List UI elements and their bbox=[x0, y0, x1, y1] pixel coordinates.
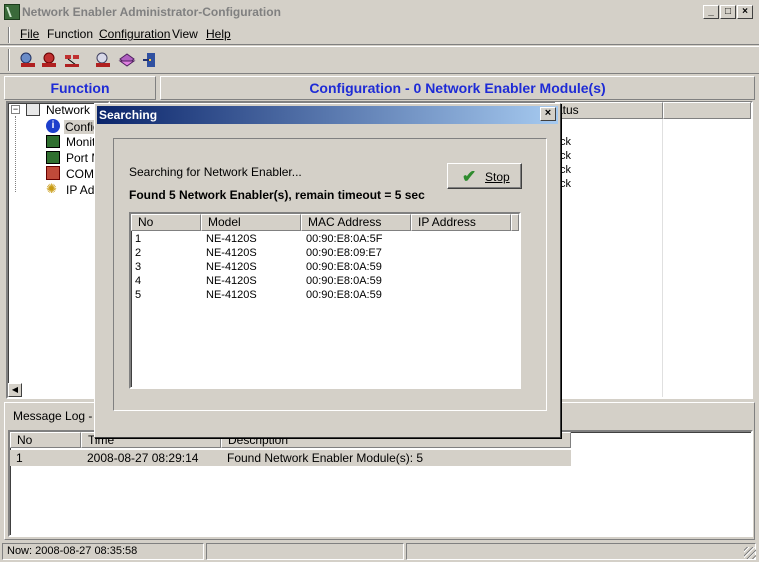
toolbar-grip bbox=[8, 49, 10, 71]
list-cell-mac: 00:90:E8:09:E7 bbox=[306, 247, 382, 259]
column-divider bbox=[662, 119, 663, 397]
book-icon[interactable] bbox=[118, 51, 136, 69]
list-cell-no: 1 bbox=[135, 233, 142, 245]
list-cell-mac: 00:90:E8:0A:59 bbox=[306, 275, 382, 287]
port-monitor-icon bbox=[46, 151, 60, 164]
status-cell: ck bbox=[560, 164, 571, 176]
stop-button[interactable]: ✔ Stop bbox=[447, 163, 522, 189]
list-header-filler bbox=[511, 214, 519, 231]
list-header-no[interactable]: No bbox=[131, 214, 201, 231]
resize-grip-icon[interactable] bbox=[744, 547, 756, 559]
tree-item-monitor[interactable]: Monit bbox=[66, 135, 95, 149]
menu-configuration[interactable]: Configuration bbox=[99, 27, 170, 41]
log-cell-description: Found Network Enabler Module(s): 5 bbox=[227, 451, 424, 465]
stop-button-label: Stop bbox=[485, 170, 510, 184]
tree-item-com[interactable]: COM bbox=[66, 167, 94, 181]
status-cell: ck bbox=[560, 178, 571, 190]
list-rows: 1 NE-4120S 00:90:E8:0A:5F 2 NE-4120S 00:… bbox=[131, 233, 519, 303]
status-cell: ck bbox=[560, 150, 571, 162]
search-icon[interactable] bbox=[19, 51, 37, 69]
dialog-title-bar[interactable] bbox=[97, 106, 558, 124]
tree-line bbox=[15, 116, 16, 192]
broadcast-icon[interactable] bbox=[40, 51, 58, 69]
configuration-panel-title: Configuration - 0 Network Enabler Module… bbox=[160, 76, 755, 100]
dialog-title: Searching bbox=[99, 108, 158, 122]
menu-view[interactable]: View bbox=[172, 27, 198, 41]
minimize-button[interactable]: _ bbox=[703, 5, 719, 19]
info-icon: i bbox=[46, 119, 60, 133]
list-cell-model: NE-4120S bbox=[206, 247, 257, 259]
list-header-mac-address[interactable]: MAC Address bbox=[301, 214, 411, 231]
list-cell-no: 2 bbox=[135, 247, 142, 259]
status-panel-2 bbox=[206, 543, 404, 560]
monitor-icon bbox=[46, 135, 60, 148]
menu-file-label: File bbox=[20, 27, 40, 41]
menu-help-label: Help bbox=[206, 27, 231, 41]
tree-item-ip-address[interactable]: IP Ad bbox=[66, 183, 94, 197]
com-icon bbox=[46, 166, 60, 180]
status-now: Now: 2008-08-27 08:35:58 bbox=[2, 543, 204, 560]
column-header-empty[interactable] bbox=[663, 102, 751, 119]
app-icon bbox=[4, 4, 20, 20]
status-cell: ck bbox=[560, 136, 571, 148]
exit-icon[interactable] bbox=[141, 51, 159, 69]
lightbulb-icon: ✺ bbox=[46, 181, 57, 196]
menu-configuration-label: Configuration bbox=[99, 27, 171, 41]
status-panel-3 bbox=[406, 543, 756, 560]
list-cell-model: NE-4120S bbox=[206, 275, 257, 287]
function-panel-title: Function bbox=[4, 76, 156, 100]
locate-icon[interactable] bbox=[94, 51, 112, 69]
tree-collapse-toggle[interactable]: − bbox=[11, 105, 20, 114]
menu-file[interactable]: File bbox=[20, 27, 39, 41]
menu-grip bbox=[8, 27, 10, 43]
list-cell-no: 3 bbox=[135, 261, 142, 273]
network-icon bbox=[26, 103, 40, 116]
list-cell-model: NE-4120S bbox=[206, 233, 257, 245]
list-header-ip-address[interactable]: IP Address bbox=[411, 214, 511, 231]
close-button[interactable]: × bbox=[737, 5, 753, 19]
network-icon[interactable] bbox=[63, 51, 81, 69]
list-cell-model: NE-4120S bbox=[206, 261, 257, 273]
dialog-close-button[interactable]: × bbox=[540, 107, 556, 121]
maximize-button[interactable]: □ bbox=[720, 5, 736, 19]
found-count-text: Found 5 Network Enabler(s), remain timeo… bbox=[129, 188, 425, 202]
list-cell-no: 4 bbox=[135, 275, 142, 287]
list-cell-mac: 00:90:E8:0A:5F bbox=[306, 233, 383, 245]
searching-status-text: Searching for Network Enabler... bbox=[129, 165, 302, 179]
list-cell-mac: 00:90:E8:0A:59 bbox=[306, 289, 382, 301]
menu-help[interactable]: Help bbox=[206, 27, 231, 41]
log-header-no[interactable]: No bbox=[10, 432, 81, 448]
list-cell-mac: 00:90:E8:0A:59 bbox=[306, 261, 382, 273]
log-cell-no: 1 bbox=[16, 451, 23, 465]
window-title: Network Enabler Administrator-Configurat… bbox=[22, 5, 281, 19]
scroll-left-button[interactable]: ◀ bbox=[8, 383, 22, 397]
menu-function[interactable]: Function bbox=[47, 27, 93, 41]
checkmark-icon: ✔ bbox=[462, 167, 477, 186]
list-cell-model: NE-4120S bbox=[206, 289, 257, 301]
message-log-label: Message Log - 1 bbox=[13, 409, 103, 423]
toolbar bbox=[0, 46, 759, 74]
status-column-header[interactable]: atus bbox=[555, 102, 663, 119]
list-cell-no: 5 bbox=[135, 289, 142, 301]
log-cell-time: 2008-08-27 08:29:14 bbox=[87, 451, 199, 465]
list-header-model[interactable]: Model bbox=[201, 214, 301, 231]
